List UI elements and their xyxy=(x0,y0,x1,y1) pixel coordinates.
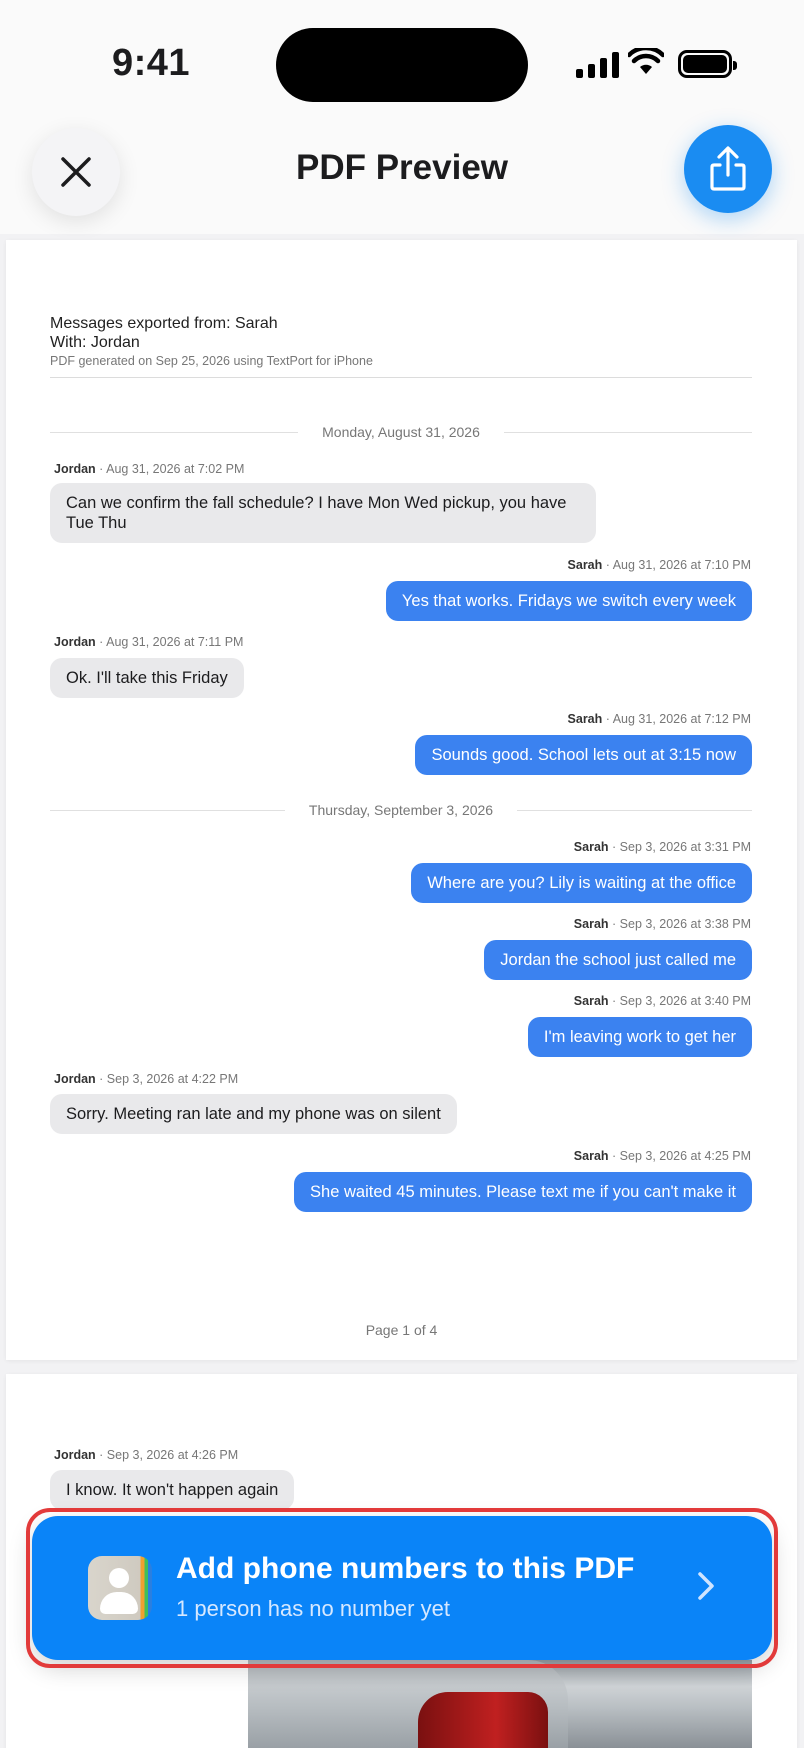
share-icon xyxy=(710,146,746,191)
pdf-page: Messages exported from: Sarah With: Jord… xyxy=(6,240,797,1360)
message-bubble-sent: I'm leaving work to get her xyxy=(527,1017,752,1057)
message-bubble-sent: Yes that works. Fridays we switch every … xyxy=(385,581,752,621)
nav-bar: PDF Preview xyxy=(0,110,804,234)
message-meta: Sarah · Aug 31, 2026 at 7:10 PM xyxy=(567,558,751,572)
dynamic-island xyxy=(276,28,528,102)
message-bubble-sent: Sounds good. School lets out at 3:15 now xyxy=(415,735,752,775)
message-meta: Jordan · Aug 31, 2026 at 7:02 PM xyxy=(54,462,245,476)
photo-attachment xyxy=(248,1660,752,1748)
message-bubble-received: Ok. I'll take this Friday xyxy=(50,658,244,698)
message-meta: Sarah · Sep 3, 2026 at 3:38 PM xyxy=(573,917,751,931)
message-bubble-sent: Where are you? Lily is waiting at the of… xyxy=(411,863,752,903)
export-generated: PDF generated on Sep 25, 2026 using Text… xyxy=(50,354,373,368)
export-with: With: Jordan xyxy=(50,334,140,351)
date-divider: Thursday, September 3, 2026 xyxy=(50,800,752,820)
message-meta: Jordan · Aug 31, 2026 at 7:11 PM xyxy=(54,635,244,649)
message-meta: Sarah · Sep 3, 2026 at 4:25 PM xyxy=(573,1149,751,1163)
message-meta: Sarah · Sep 3, 2026 at 3:31 PM xyxy=(573,840,751,854)
message-bubble-sent: She waited 45 minutes. Please text me if… xyxy=(294,1172,752,1212)
page-number: Page 1 of 4 xyxy=(365,1322,438,1338)
message-bubble-sent: Jordan the school just called me xyxy=(484,940,752,980)
message-bubble-received: I know. It won't happen again xyxy=(50,1470,295,1510)
highlight-outline xyxy=(26,1508,778,1668)
message-bubble-received: Can we confirm the fall schedule? I have… xyxy=(50,483,596,543)
message-meta: Sarah · Sep 3, 2026 at 3:40 PM xyxy=(573,994,751,1008)
header-divider xyxy=(50,377,752,378)
export-source: Messages exported from: Sarah xyxy=(50,315,278,332)
wifi-icon xyxy=(628,48,664,74)
message-meta: Sarah · Aug 31, 2026 at 7:12 PM xyxy=(567,712,751,726)
message-bubble-received: Sorry. Meeting ran late and my phone was… xyxy=(50,1094,457,1134)
date-divider: Monday, August 31, 2026 xyxy=(50,422,752,442)
message-meta: Jordan · Sep 3, 2026 at 4:22 PM xyxy=(54,1072,239,1086)
pdf-header: Messages exported from: Sarah With: Jord… xyxy=(50,314,752,368)
battery-icon xyxy=(678,50,737,78)
cellular-signal-icon xyxy=(576,52,619,78)
message-meta: Jordan · Sep 3, 2026 at 4:26 PM xyxy=(54,1448,239,1462)
status-bar: 9:41 xyxy=(0,0,804,110)
status-time: 9:41 xyxy=(112,42,191,84)
share-button[interactable] xyxy=(684,125,772,213)
